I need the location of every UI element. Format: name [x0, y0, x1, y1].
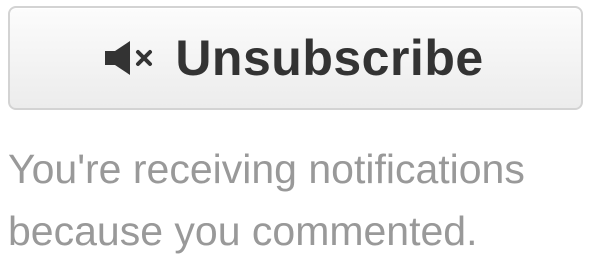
notification-panel: Unsubscribe You're receiving notificatio…	[0, 0, 593, 256]
unsubscribe-button[interactable]: Unsubscribe	[8, 6, 583, 110]
notification-reason-text: You're receiving notifications because y…	[8, 138, 588, 256]
mute-speaker-icon	[101, 38, 161, 78]
unsubscribe-button-label: Unsubscribe	[175, 30, 484, 86]
notification-reason-line-2: because you commented.	[8, 208, 478, 254]
unsubscribe-button-content: Unsubscribe	[101, 33, 483, 83]
notification-reason-line-1: You're receiving notifications	[8, 146, 525, 192]
